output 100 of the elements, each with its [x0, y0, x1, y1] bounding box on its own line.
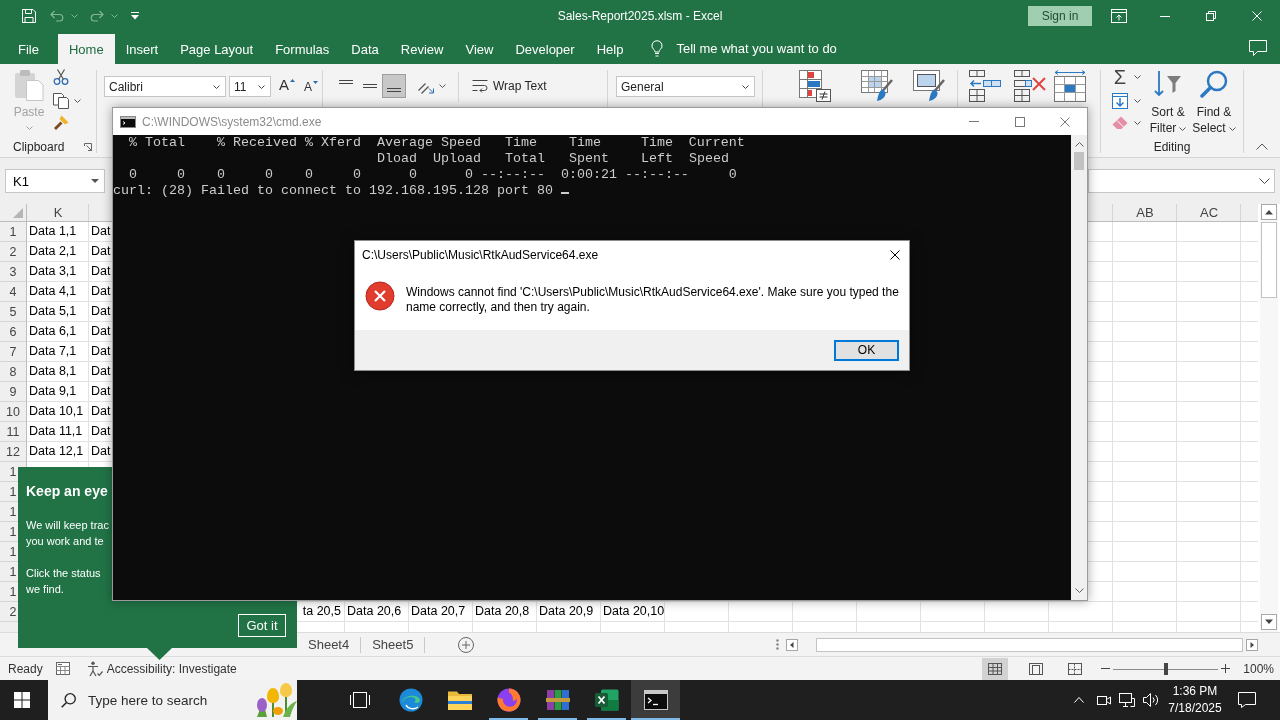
fill-icon[interactable]	[1112, 93, 1128, 109]
copy-icon[interactable]	[53, 93, 69, 109]
caret-icon[interactable]	[1228, 126, 1236, 131]
clock-time[interactable]: 1:36 PM	[1172, 683, 1218, 700]
row-header[interactable]: 1	[9, 564, 17, 579]
wrap-text-icon[interactable]	[472, 79, 488, 93]
macro-record-icon[interactable]	[55, 662, 70, 675]
scroll-thumb[interactable]	[816, 637, 1243, 652]
autosum-button[interactable]: Σ	[1108, 66, 1132, 88]
caret-icon[interactable]	[213, 84, 220, 89]
caret-icon[interactable]	[1179, 126, 1187, 131]
formula-input[interactable]	[1088, 169, 1275, 193]
vertical-scrollbar[interactable]	[1071, 135, 1087, 600]
collapse-ribbon-icon[interactable]	[1256, 143, 1268, 150]
got-it-button[interactable]: Got it	[238, 614, 286, 637]
search-bar[interactable]: Type here to search	[48, 680, 297, 720]
align-middle-icon[interactable]	[363, 84, 377, 88]
chevron-up-icon[interactable]	[1074, 697, 1084, 703]
fox-browser-icon[interactable]	[496, 688, 521, 712]
camera-icon[interactable]	[1097, 694, 1111, 706]
row-header[interactable]: 3	[9, 264, 17, 279]
caret-icon[interactable]	[742, 84, 749, 89]
row-header[interactable]: 7	[9, 344, 17, 359]
row-header[interactable]: 4	[9, 284, 17, 299]
conditional-formatting-icon[interactable]	[799, 70, 831, 102]
browser-icon[interactable]	[398, 688, 423, 712]
ribbon-tab[interactable]: Help	[585, 34, 635, 64]
volume-icon[interactable]	[1143, 693, 1159, 707]
row-header[interactable]: 12	[6, 444, 20, 459]
cell-styles-icon[interactable]	[913, 70, 945, 102]
ribbon-tab[interactable]: File	[7, 34, 50, 64]
slider-thumb[interactable]	[1163, 662, 1168, 675]
row-header[interactable]: 1	[9, 504, 17, 519]
row-header[interactable]: 8	[9, 364, 17, 379]
row-header[interactable]: 11	[6, 424, 20, 439]
comment-icon[interactable]	[1249, 40, 1267, 56]
network-icon[interactable]	[1119, 693, 1135, 707]
ribbon-tab[interactable]: Insert	[114, 34, 170, 64]
maximize-icon[interactable]	[1015, 116, 1025, 127]
scroll-left-icon[interactable]	[786, 638, 798, 651]
terminal-icon[interactable]	[643, 690, 668, 710]
row-header[interactable]: 1	[9, 484, 17, 499]
ribbon-tab[interactable]: Formulas	[264, 34, 341, 64]
shrink-font-button[interactable]: A	[304, 76, 319, 96]
grow-font-button[interactable]: A	[279, 76, 295, 94]
row-header[interactable]: 2	[9, 604, 17, 619]
dialog-launcher-icon[interactable]	[84, 143, 92, 151]
sort-filter-button[interactable]: Sort & Filter	[1145, 66, 1191, 136]
row-header[interactable]: 2	[9, 244, 17, 259]
accessibility-status[interactable]: Accessibility: Investigate	[106, 661, 237, 676]
row-header[interactable]: 6	[9, 324, 17, 339]
close-icon[interactable]	[890, 250, 900, 260]
name-box[interactable]: K1	[5, 169, 105, 193]
scroll-thumb[interactable]	[1074, 152, 1084, 170]
insert-cells-icon[interactable]	[969, 70, 1001, 102]
taskbar-button[interactable]	[631, 680, 680, 720]
minimize-icon[interactable]	[1160, 15, 1170, 17]
page-layout-view-icon[interactable]	[1029, 662, 1044, 675]
ribbon-tab[interactable]: Review	[389, 34, 455, 64]
search-input[interactable]: Type here to search	[88, 692, 253, 708]
ribbon-display-icon[interactable]	[1111, 9, 1127, 23]
zoom-in-icon[interactable]	[1221, 664, 1231, 673]
font-size-combobox[interactable]: 11	[229, 76, 271, 97]
console-app-icon[interactable]	[120, 115, 136, 128]
new-sheet-icon[interactable]	[458, 636, 475, 653]
scroll-right-icon[interactable]	[1246, 638, 1258, 651]
caret-icon[interactable]	[258, 84, 265, 89]
search-icon[interactable]	[61, 692, 76, 708]
ribbon-tab[interactable]: Data	[340, 34, 390, 64]
lightbulb-icon[interactable]	[651, 39, 664, 57]
sort-filter-icon[interactable]	[1154, 70, 1182, 98]
clock-date[interactable]: 7/18/2025	[1168, 700, 1222, 717]
scroll-up-icon[interactable]	[1261, 204, 1277, 220]
column-header[interactable]: AB	[1136, 205, 1154, 220]
row-header[interactable]: 1	[9, 584, 17, 599]
sign-in-button[interactable]: Sign in	[1028, 6, 1092, 26]
caret-icon[interactable]	[439, 84, 446, 88]
sheet-tab[interactable]: Sheet4	[297, 633, 361, 656]
font-name-combobox[interactable]: Calibri	[104, 76, 226, 97]
tell-me-search[interactable]: Tell me what you want to do	[676, 40, 837, 56]
notification-icon[interactable]	[1238, 692, 1256, 708]
task-view-icon[interactable]	[350, 692, 370, 708]
caret-icon[interactable]	[1134, 99, 1141, 103]
row-header[interactable]: 5	[9, 304, 17, 319]
align-top-icon[interactable]	[339, 80, 353, 84]
column-header[interactable]: AC	[1199, 205, 1219, 220]
row-header[interactable]: 1	[9, 544, 17, 559]
restore-icon[interactable]	[1206, 11, 1216, 21]
find-select-button[interactable]: Find & Select	[1191, 66, 1237, 136]
delete-cells-icon[interactable]	[1014, 70, 1046, 102]
column-header[interactable]: K	[53, 205, 63, 220]
up-triangle-icon[interactable]	[290, 79, 295, 82]
save-icon[interactable]	[21, 8, 37, 24]
normal-view-icon[interactable]	[982, 657, 1009, 680]
dialog-button[interactable]: OK	[834, 339, 899, 361]
page-break-view-icon[interactable]	[1068, 662, 1083, 675]
cut-icon[interactable]	[53, 69, 69, 85]
align-bottom-icon[interactable]	[382, 74, 406, 98]
ribbon-tab[interactable]: Home	[57, 34, 115, 64]
row-header[interactable]: 10	[6, 404, 20, 419]
